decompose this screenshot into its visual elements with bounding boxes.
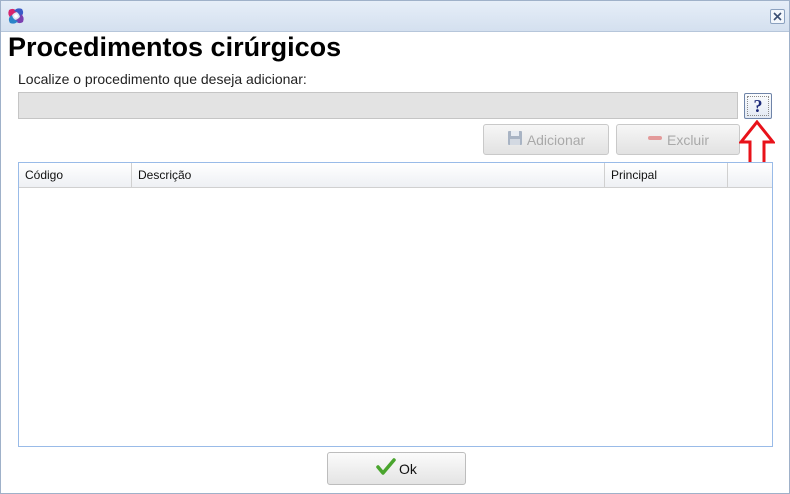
help-button[interactable]: ? — [744, 93, 772, 119]
add-button[interactable]: Adicionar — [483, 124, 609, 155]
title-bar[interactable] — [1, 1, 789, 32]
column-header-principal[interactable]: Principal — [605, 163, 728, 188]
grid-header: Código Descrição Principal — [19, 163, 772, 188]
ok-button[interactable]: Ok — [327, 452, 466, 485]
save-disk-icon — [507, 130, 523, 149]
delete-button[interactable]: Excluir — [616, 124, 740, 155]
focus-ring — [747, 96, 769, 116]
checkmark-icon — [376, 458, 396, 479]
procedures-grid[interactable]: Código Descrição Principal — [18, 162, 773, 447]
close-icon — [773, 12, 782, 21]
ok-button-label: Ok — [399, 460, 417, 477]
close-button[interactable] — [770, 9, 785, 24]
search-label: Localize o procedimento que deseja adici… — [18, 71, 307, 87]
minus-icon — [647, 130, 663, 149]
app-logo-icon — [6, 6, 26, 26]
dialog-window: Procedimentos cirúrgicos Localize o proc… — [0, 0, 790, 494]
add-button-label: Adicionar — [526, 131, 586, 148]
column-header-descricao[interactable]: Descrição — [132, 163, 605, 188]
search-input[interactable] — [18, 92, 738, 119]
page-title: Procedimentos cirúrgicos — [8, 32, 342, 62]
column-header-codigo[interactable]: Código — [19, 163, 132, 188]
delete-button-label: Excluir — [666, 131, 709, 148]
column-header-extra[interactable] — [728, 163, 772, 188]
